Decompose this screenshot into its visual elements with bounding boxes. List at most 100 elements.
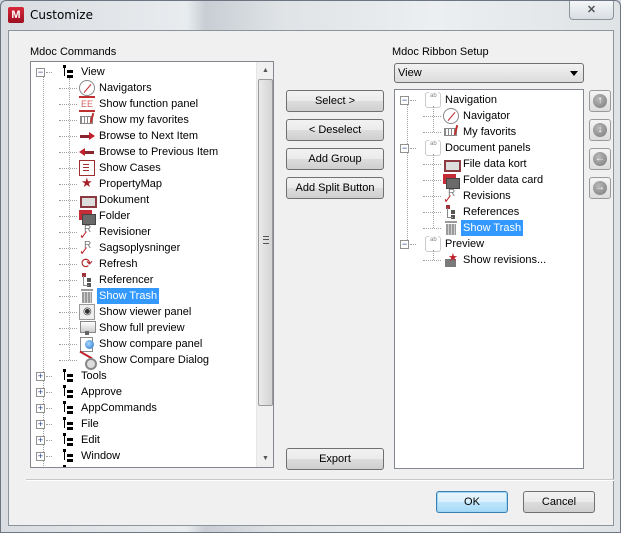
ribbon-tab-select[interactable]: View [394, 63, 584, 83]
move-up-button[interactable]: ↑ [589, 90, 611, 112]
tree-item[interactable]: Folder [31, 208, 273, 225]
move-down-button[interactable]: ↓ [589, 119, 611, 141]
tree-item[interactable]: Referencer [31, 272, 273, 288]
tree-item[interactable]: Show function panel [31, 96, 273, 112]
tree-connector [423, 116, 441, 117]
tree-item[interactable]: − View [31, 64, 273, 80]
tree-item[interactable]: + Edit [31, 432, 273, 448]
tree-item-label: Document panels [445, 142, 531, 154]
tree-connector [59, 280, 77, 281]
tree-item-label: Navigators [99, 82, 152, 94]
export-button[interactable]: Export [286, 448, 384, 470]
tree-item-label: Navigator [463, 110, 511, 122]
tree-item-label: Show my favorites [99, 114, 189, 126]
commands-tree[interactable]: ▲ ▼ −ViewNavigatorsShow function panelSh… [30, 61, 274, 468]
compare-dialog-icon [79, 352, 97, 370]
tree-item[interactable]: + Approve [31, 384, 273, 400]
tree-item-label: Show full preview [99, 322, 185, 334]
references-icon [443, 204, 459, 220]
tree-item[interactable]: Browse to Previous Item [31, 144, 273, 160]
group-stem [64, 451, 65, 460]
tree-item[interactable]: + Tools [31, 368, 273, 384]
group-stem [64, 419, 65, 428]
tree-item-label: File data kort [463, 158, 527, 170]
tree-item-label: Window [81, 450, 121, 462]
tree-item[interactable]: Dokument [31, 192, 273, 208]
tree-item-selected[interactable]: Show Trash [395, 220, 583, 236]
select-button[interactable]: Select > [286, 90, 384, 112]
move-up-arrow-icon: ↑ [593, 94, 607, 108]
group-stem [64, 403, 65, 412]
tree-item[interactable]: − Document panels [395, 136, 583, 156]
cancel-button[interactable]: Cancel [523, 491, 595, 513]
view-group-icon [61, 448, 77, 464]
tree-item[interactable]: Sagsoplysninger [31, 238, 273, 259]
collapse-icon[interactable]: − [400, 144, 409, 153]
tree-item[interactable]: Show revisions... [395, 250, 583, 268]
ok-button[interactable]: OK [436, 491, 508, 513]
tree-item[interactable]: Show Compare Dialog [31, 352, 273, 370]
tree-item-selected[interactable]: Show Trash [31, 288, 273, 304]
tree-connector [46, 392, 52, 393]
tree-item[interactable]: Browse to Next Item [31, 128, 273, 144]
expand-icon[interactable]: + [36, 372, 45, 381]
tree-item[interactable]: My favorits [395, 124, 583, 140]
move-left-button[interactable]: ← [589, 148, 611, 170]
tree-item[interactable]: Revisioner [31, 222, 273, 243]
tree-connector [410, 244, 416, 245]
tree-item[interactable]: PropertyMap [31, 175, 273, 192]
tree-item[interactable]: Folder data card [395, 172, 583, 189]
tree-item[interactable]: Show my favorites [31, 112, 273, 128]
tree-item[interactable]: Show viewer panel [31, 304, 273, 320]
tree-item[interactable]: + Window [31, 448, 273, 464]
tree-item[interactable]: Refresh [31, 255, 273, 272]
tree-connector [423, 164, 441, 165]
tree-item-label: Revisions [463, 190, 511, 202]
collapse-icon[interactable]: − [400, 96, 409, 105]
tree-item[interactable]: + AppCommands [31, 400, 273, 416]
tree-item[interactable]: Navigator [395, 108, 583, 124]
compare-panel-icon [79, 336, 95, 352]
tree-item[interactable]: − Navigation [395, 90, 583, 108]
view-group-icon [61, 384, 77, 400]
trash-icon [79, 288, 95, 304]
expand-icon[interactable]: + [36, 404, 45, 413]
tree-item[interactable]: +MainMenu [31, 464, 273, 467]
tree-item[interactable]: + File [31, 416, 273, 432]
tree-item[interactable]: References [395, 204, 583, 220]
add-group-button[interactable]: Add Group [286, 148, 384, 170]
tree-item[interactable]: Show full preview [31, 320, 273, 336]
close-button[interactable]: ✕ [569, 1, 614, 20]
add-split-button-button[interactable]: Add Split Button [286, 177, 384, 199]
revisions-icon [79, 238, 95, 259]
tree-item-label: Show revisions... [463, 254, 547, 266]
tree-item[interactable]: Show compare panel [31, 336, 273, 352]
dialog-body: Mdoc Commands ▲ ▼ −ViewNavigatorsShow fu… [8, 30, 614, 526]
expand-icon[interactable]: + [36, 452, 45, 461]
tree-connector [59, 88, 77, 89]
move-right-button[interactable]: → [589, 177, 611, 199]
tree-item-label: Show Cases [99, 162, 161, 174]
tree-item[interactable]: Show Cases [31, 160, 273, 176]
deselect-button[interactable]: < Deselect [286, 119, 384, 141]
app-logo-icon: M [8, 7, 24, 23]
tree-item[interactable]: −Preview [395, 232, 583, 252]
expand-icon[interactable]: + [36, 436, 45, 445]
tree-item[interactable]: Navigators [31, 80, 273, 96]
move-down-arrow-icon: ↓ [593, 123, 607, 137]
collapse-icon[interactable]: − [36, 68, 45, 77]
customize-dialog: M Customize ✕ Mdoc Commands ▲ ▼ − View Nav… [0, 0, 621, 533]
tree-item-label: Revisioner [99, 226, 151, 238]
ribbon-tree[interactable]: − Navigation Navigator My favorits − Document… [394, 89, 584, 469]
collapse-icon[interactable]: − [400, 240, 409, 249]
expand-icon[interactable]: + [36, 388, 45, 397]
cart-icon [443, 124, 459, 140]
tree-connector [59, 184, 77, 185]
tree-item[interactable]: File data kort [395, 156, 583, 172]
tree-connector [46, 456, 52, 457]
tree-connector [59, 344, 77, 345]
expand-icon[interactable]: + [36, 420, 45, 429]
tree-connector [59, 152, 77, 153]
view-group-icon [61, 432, 77, 448]
tree-item[interactable]: Revisions [395, 186, 583, 207]
